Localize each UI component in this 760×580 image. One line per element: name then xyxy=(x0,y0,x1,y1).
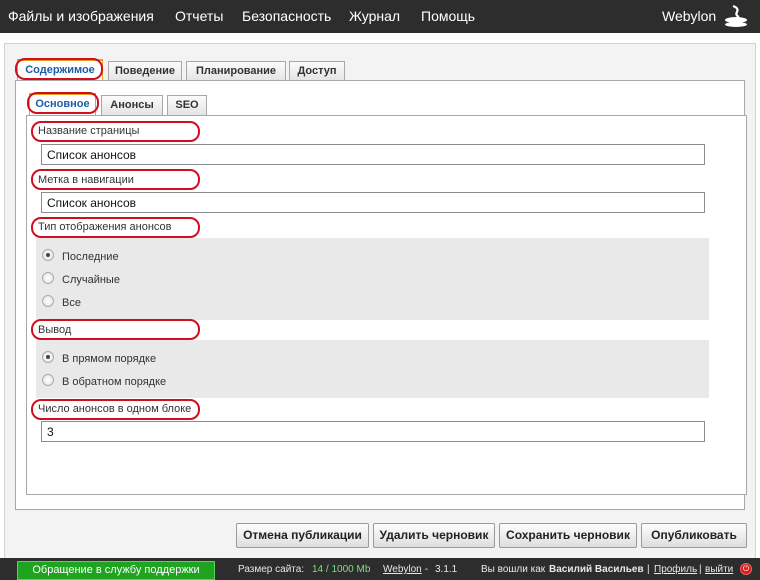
unpublish-button[interactable]: Отмена публикации xyxy=(236,523,369,548)
count-input[interactable]: 3 xyxy=(41,421,705,442)
version-text: 3.1.1 xyxy=(435,564,458,575)
menu-help[interactable]: Помощь xyxy=(421,8,475,24)
radio-forward-order[interactable] xyxy=(42,351,54,363)
publish-button[interactable]: Опубликовать xyxy=(641,523,747,548)
radio-latest[interactable] xyxy=(42,249,54,261)
tab-announcements[interactable]: Анонсы xyxy=(101,95,163,115)
version-separator: - xyxy=(422,564,431,575)
delete-draft-button[interactable]: Удалить черновик xyxy=(373,523,495,548)
logout-link[interactable]: выйти xyxy=(705,564,733,575)
radio-random-label[interactable]: Случайные xyxy=(62,274,120,286)
menu-security[interactable]: Безопасность xyxy=(242,8,331,24)
tab-access[interactable]: Доступ xyxy=(289,61,345,81)
user-name: Василий Васильев xyxy=(549,564,644,575)
radio-latest-label[interactable]: Последние xyxy=(62,251,119,263)
radio-forward-order-label[interactable]: В прямом порядке xyxy=(62,353,156,365)
tab-main[interactable]: Основное xyxy=(29,93,96,115)
tab-seo[interactable]: SEO xyxy=(167,95,207,115)
status-separator-1: | xyxy=(647,564,650,575)
logged-in-label: Вы вошли как xyxy=(481,564,546,575)
profile-link[interactable]: Профиль xyxy=(654,564,697,575)
tab-content[interactable]: Содержимое xyxy=(17,59,103,81)
menu-files-images[interactable]: Файлы и изображения xyxy=(8,8,154,24)
nav-label-label: Метка в навигации xyxy=(38,174,134,186)
order-label: Вывод xyxy=(38,324,72,336)
power-icon[interactable]: ⏻ xyxy=(740,563,752,575)
tab-behavior[interactable]: Поведение xyxy=(108,61,182,81)
save-draft-button[interactable]: Сохранить черновик xyxy=(499,523,637,548)
radio-random[interactable] xyxy=(42,272,54,284)
site-size-label: Размер сайта: xyxy=(238,564,305,575)
status-separator-2: | xyxy=(699,564,702,575)
support-button[interactable]: Обращение в службу поддержки xyxy=(17,561,215,580)
radio-reverse-order-label[interactable]: В обратном порядке xyxy=(62,376,166,388)
webylon-logo-icon xyxy=(725,4,747,27)
top-menu-bar: Файлы и изображения Отчеты Безопасность … xyxy=(0,0,760,33)
menu-journal[interactable]: Журнал xyxy=(349,8,400,24)
display-type-label: Тип отображения анонсов xyxy=(38,221,172,233)
radio-all-label[interactable]: Все xyxy=(62,297,81,309)
site-size-value: 14 / 1000 Mb xyxy=(312,564,371,575)
page-title-label: Название страницы xyxy=(38,125,140,137)
radio-all[interactable] xyxy=(42,295,54,307)
nav-label-input[interactable]: Список анонсов xyxy=(41,192,705,213)
radio-reverse-order[interactable] xyxy=(42,374,54,386)
display-type-group xyxy=(36,238,709,320)
order-group xyxy=(36,340,709,398)
menu-reports[interactable]: Отчеты xyxy=(175,8,223,24)
product-link[interactable]: Webylon xyxy=(383,564,422,575)
count-label: Число анонсов в одном блоке xyxy=(38,403,192,415)
page-title-input[interactable]: Список анонсов xyxy=(41,144,705,165)
tab-planning[interactable]: Планирование xyxy=(186,61,286,81)
logo-text: Webylon xyxy=(662,8,717,24)
